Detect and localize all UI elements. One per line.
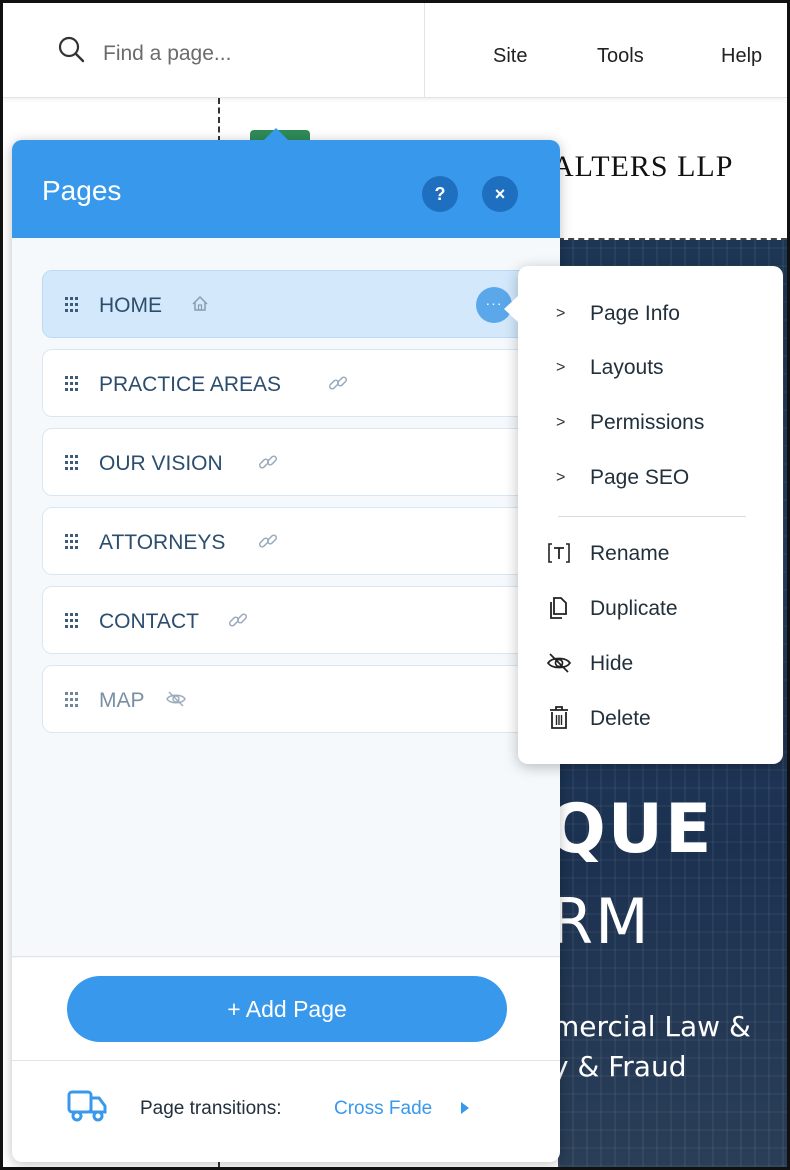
duplicate-icon: [550, 597, 567, 619]
menu-item-permissions[interactable]: > Permissions: [518, 401, 783, 447]
editor-top-bar: Site Tools Help: [3, 3, 787, 98]
menu-item-hide[interactable]: Hide: [518, 642, 783, 688]
play-arrow-icon[interactable]: [461, 1102, 469, 1114]
menu-item-layouts[interactable]: > Layouts: [518, 346, 783, 392]
transitions-label: Page transitions:: [140, 1098, 282, 1119]
drag-handle-icon[interactable]: [65, 613, 79, 629]
menu-item-duplicate[interactable]: Duplicate: [518, 587, 783, 633]
drag-handle-icon[interactable]: [65, 376, 79, 392]
chevron-right-icon: >: [556, 469, 566, 486]
panel-pointer: [262, 128, 290, 142]
page-label: HOME: [99, 294, 162, 317]
link-icon: [258, 534, 278, 548]
hero-subtitle-line1: mercial Law &: [552, 1010, 751, 1043]
footer-divider: [12, 1060, 560, 1061]
menu-item-label: Permissions: [590, 411, 705, 434]
menu-item-label: Duplicate: [590, 597, 678, 620]
close-button[interactable]: ×: [482, 176, 518, 212]
menu-item-label: Layouts: [590, 356, 664, 379]
menu-tools[interactable]: Tools: [597, 45, 644, 68]
page-item-practice-areas[interactable]: PRACTICE AREAS: [42, 349, 530, 417]
panel-title: Pages: [42, 175, 122, 206]
site-header-title: ALTERS LLP: [552, 150, 734, 183]
menu-item-delete[interactable]: Delete: [518, 697, 783, 743]
chevron-right-icon: >: [556, 414, 566, 431]
transitions-value-link[interactable]: Cross Fade: [334, 1098, 432, 1120]
page-label: OUR VISION: [99, 452, 223, 475]
hero-title-line2: RM: [550, 885, 651, 958]
drag-handle-icon[interactable]: [65, 692, 79, 708]
context-menu-pointer: [504, 296, 518, 322]
page-item-our-vision[interactable]: OUR VISION: [42, 428, 530, 496]
page-label: CONTACT: [99, 610, 199, 633]
link-icon: [228, 613, 248, 627]
menu-site[interactable]: Site: [493, 45, 527, 68]
drag-handle-icon[interactable]: [65, 534, 79, 550]
chevron-right-icon: >: [556, 305, 566, 322]
truck-icon: [67, 1090, 107, 1122]
menu-item-page-info[interactable]: > Page Info: [518, 292, 783, 338]
page-context-menu: > Page Info > Layouts > Permissions > Pa…: [518, 266, 783, 764]
menu-item-label: Page Info: [590, 302, 680, 325]
menu-item-label: Rename: [590, 542, 670, 565]
page-item-home[interactable]: HOME ···: [42, 270, 530, 338]
drag-handle-icon[interactable]: [65, 455, 79, 471]
trash-icon: [550, 706, 568, 729]
menu-item-page-seo[interactable]: > Page SEO: [518, 456, 783, 502]
page-label: MAP: [99, 689, 145, 712]
menu-item-label: Page SEO: [590, 466, 690, 489]
rename-icon: [548, 543, 570, 563]
panel-header: Pages ? ×: [12, 140, 560, 238]
search-icon: [58, 36, 85, 63]
drag-handle-icon[interactable]: [65, 297, 79, 313]
menu-item-rename[interactable]: Rename: [518, 532, 783, 578]
page-search: [3, 3, 425, 98]
guide-line: [218, 98, 220, 142]
page-item-map[interactable]: MAP: [42, 665, 530, 733]
menu-item-label: Delete: [590, 707, 651, 730]
hero-title-line1: QUE: [548, 790, 714, 869]
add-page-button[interactable]: + Add Page: [67, 976, 507, 1042]
home-icon: [192, 295, 208, 311]
search-input[interactable]: [103, 39, 403, 69]
hide-icon: [546, 653, 572, 673]
page-item-attorneys[interactable]: ATTORNEYS: [42, 507, 530, 575]
chevron-right-icon: >: [556, 359, 566, 376]
hidden-icon: [166, 691, 186, 707]
page-label: PRACTICE AREAS: [99, 373, 282, 396]
pages-panel: Pages ? × HOME ··· PRACTICE AREAS OUR VI…: [12, 140, 560, 1162]
footer-divider: [12, 956, 560, 957]
menu-divider: [558, 516, 746, 517]
hero-subtitle-line2: y & Fraud: [552, 1050, 687, 1083]
help-button[interactable]: ?: [422, 176, 458, 212]
pages-list: HOME ··· PRACTICE AREAS OUR VISION ATTOR…: [12, 238, 560, 958]
menu-item-label: Hide: [590, 652, 634, 675]
link-icon: [328, 376, 348, 390]
page-item-contact[interactable]: CONTACT: [42, 586, 530, 654]
page-label: ATTORNEYS: [99, 531, 226, 554]
link-icon: [258, 455, 278, 469]
menu-help[interactable]: Help: [721, 45, 762, 68]
